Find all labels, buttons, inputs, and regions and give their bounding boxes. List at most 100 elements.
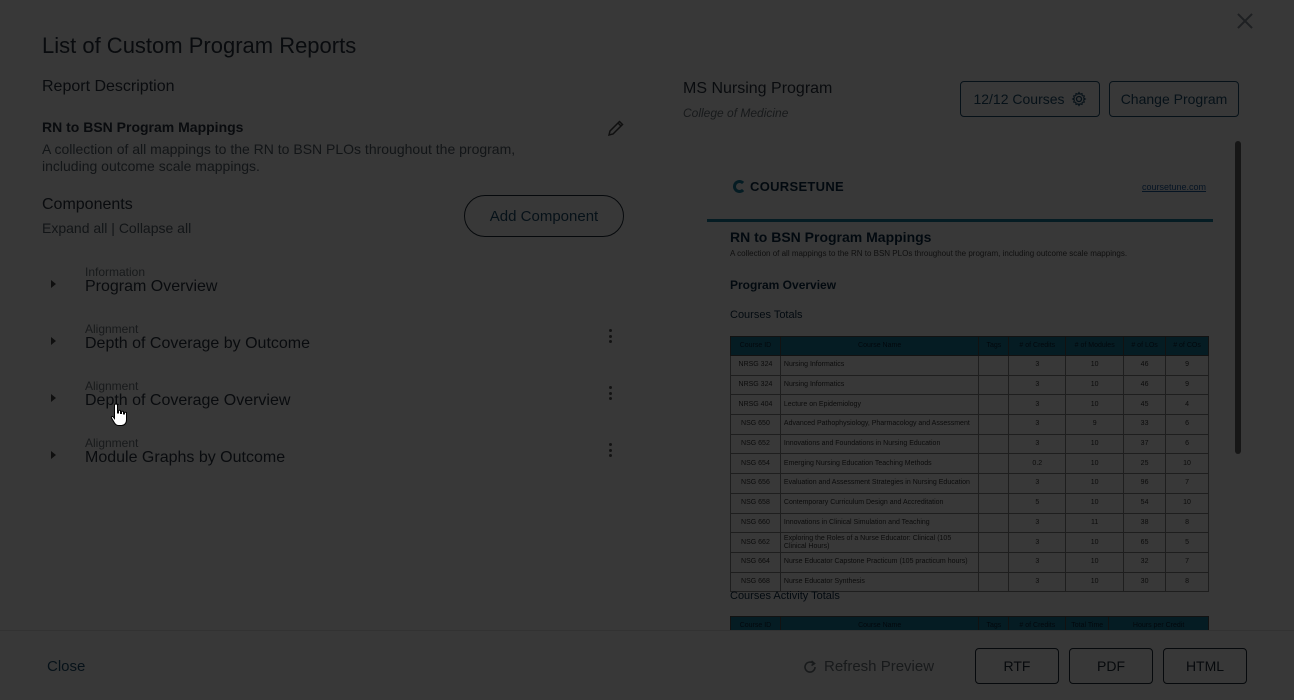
table-header: Tags [978, 336, 1010, 356]
table-cell: NSG 662 [730, 532, 781, 553]
table-cell: NSG 656 [730, 473, 781, 494]
table-cell: Contemporary Curriculum Design and Accre… [779, 492, 980, 514]
close-button[interactable]: Close [47, 658, 85, 675]
table-cell: 9 [1165, 374, 1209, 396]
table-header: # of Credits [1008, 336, 1067, 356]
courses-totals-heading: Courses Totals [730, 309, 803, 321]
table-row: NSG 656 Evaluation and Assessment Strateg… [730, 473, 1209, 494]
rtf-button[interactable]: RTF [975, 648, 1059, 684]
component-type: Information [85, 265, 146, 279]
table-cell: NRSG 324 [730, 374, 781, 396]
table-cell: 38 [1123, 512, 1167, 534]
logo-mark-icon [733, 180, 746, 193]
report-preview[interactable]: COURSETUNE coursetune.com RN to BSN Prog… [683, 141, 1241, 630]
table-cell: Innovations and Foundations in Nursing E… [779, 433, 980, 455]
logo-text: COURSETUNE [750, 179, 845, 194]
table-cell: Nurse Educator Capstone Practicum (105 p… [779, 551, 980, 573]
component-type: Alignment [85, 322, 139, 336]
component-name: Module Graphs by Outcome [85, 449, 286, 466]
table-header: Course ID [730, 616, 781, 630]
component-name: Depth of Coverage by Outcome [85, 335, 311, 352]
table-cell [978, 473, 1010, 494]
component-item[interactable]: Alignment Module Graphs by Outcome [42, 436, 632, 486]
table-cell [978, 551, 1010, 573]
program-college: College of Medicine [683, 106, 789, 120]
preview-scrollbar[interactable] [1235, 141, 1241, 454]
table-cell: 3 [1008, 374, 1067, 396]
table-cell: 8 [1165, 571, 1209, 593]
table-cell: 5 [1165, 532, 1209, 553]
table-header: Course Name [779, 616, 980, 630]
refresh-label: Refresh Preview [824, 658, 935, 675]
table-cell [978, 492, 1010, 514]
table-cell: 3 [1008, 414, 1067, 435]
table-cell: 5 [1008, 492, 1067, 514]
table-cell: 10 [1065, 374, 1125, 396]
table-cell: 7 [1165, 473, 1209, 494]
collapse-all-link[interactable]: Collapse all [119, 220, 191, 236]
table-row: NSG 668 Nurse Educator Synthesis 3 10 30 8 [730, 571, 1209, 593]
table-row: NSG 654 Emerging Nursing Education Teachi… [730, 453, 1209, 475]
table-cell [978, 532, 1010, 553]
pdf-button[interactable]: PDF [1069, 648, 1153, 684]
table-header: Total Time [1065, 616, 1110, 630]
caret-right-icon[interactable] [51, 394, 56, 402]
caret-right-icon[interactable] [51, 337, 56, 345]
table-cell: 10 [1065, 394, 1125, 416]
change-program-button[interactable]: Change Program [1109, 81, 1239, 117]
table-header: Tags [978, 616, 1010, 630]
table-cell: 10 [1065, 453, 1125, 475]
component-item[interactable]: Alignment Depth of Coverage Overview [42, 379, 632, 429]
activity-totals-heading: Courses Activity Totals [730, 590, 840, 602]
table-cell: 11 [1065, 512, 1125, 534]
modal-footer: Close Refresh Preview RTF PDF HTML [0, 630, 1294, 700]
table-cell: Advanced Pathophysiology, Pharmacology a… [779, 414, 980, 435]
preview-section-heading: Program Overview [730, 278, 837, 292]
table-cell: 10 [1065, 492, 1125, 514]
table-cell: Nursing Informatics [779, 355, 980, 376]
more-options-icon[interactable] [606, 442, 614, 458]
caret-right-icon[interactable] [51, 280, 56, 288]
table-cell: 10 [1065, 551, 1125, 573]
table-header: # of Credits [1008, 616, 1067, 630]
gear-icon [1071, 91, 1086, 107]
component-item[interactable]: Information Program Overview [42, 265, 632, 315]
table-cell: 3 [1008, 394, 1067, 416]
table-cell [978, 512, 1010, 534]
coursetune-link[interactable]: coursetune.com [1142, 182, 1206, 192]
html-button[interactable]: HTML [1163, 648, 1247, 684]
table-cell: Nurse Educator Synthesis [779, 571, 980, 593]
expand-all-link[interactable]: Expand all [42, 220, 107, 236]
courses-button[interactable]: 12/12 Courses [960, 81, 1100, 117]
pencil-icon[interactable] [606, 118, 626, 138]
component-type: Alignment [85, 379, 139, 393]
courses-totals-table: Course ID Course Name Tags # of Credits … [730, 336, 1209, 593]
component-item[interactable]: Alignment Depth of Coverage by Outcome [42, 322, 632, 372]
table-cell: 10 [1165, 453, 1209, 475]
table-header: # of COs [1165, 336, 1209, 356]
components-heading: Components [42, 196, 133, 213]
table-row: NRSG 324 Nursing Informatics 3 10 46 9 [730, 374, 1209, 396]
table-cell: 0.2 [1008, 453, 1067, 475]
table-cell: NSG 654 [730, 453, 781, 475]
table-cell: 3 [1008, 512, 1067, 534]
table-cell: 46 [1123, 355, 1167, 376]
table-cell: 3 [1008, 532, 1067, 553]
more-options-icon[interactable] [606, 328, 614, 344]
table-cell: 32 [1123, 551, 1167, 573]
refresh-preview-button[interactable]: Refresh Preview [802, 658, 934, 675]
table-cell: NSG 652 [730, 433, 781, 455]
close-icon[interactable] [1234, 10, 1256, 32]
preview-subtitle: A collection of all mappings to the RN t… [730, 249, 1128, 258]
table-cell: 9 [1065, 414, 1125, 435]
report-name: RN to BSN Program Mappings [42, 119, 244, 135]
more-options-icon[interactable] [606, 385, 614, 401]
caret-right-icon[interactable] [51, 451, 56, 459]
table-cell: 4 [1165, 394, 1209, 416]
table-cell [978, 355, 1010, 376]
table-cell: NRSG 324 [730, 355, 781, 376]
table-cell: 7 [1165, 551, 1209, 573]
table-cell [978, 433, 1010, 455]
table-cell: 8 [1165, 512, 1209, 534]
add-component-button[interactable]: Add Component [464, 195, 624, 237]
